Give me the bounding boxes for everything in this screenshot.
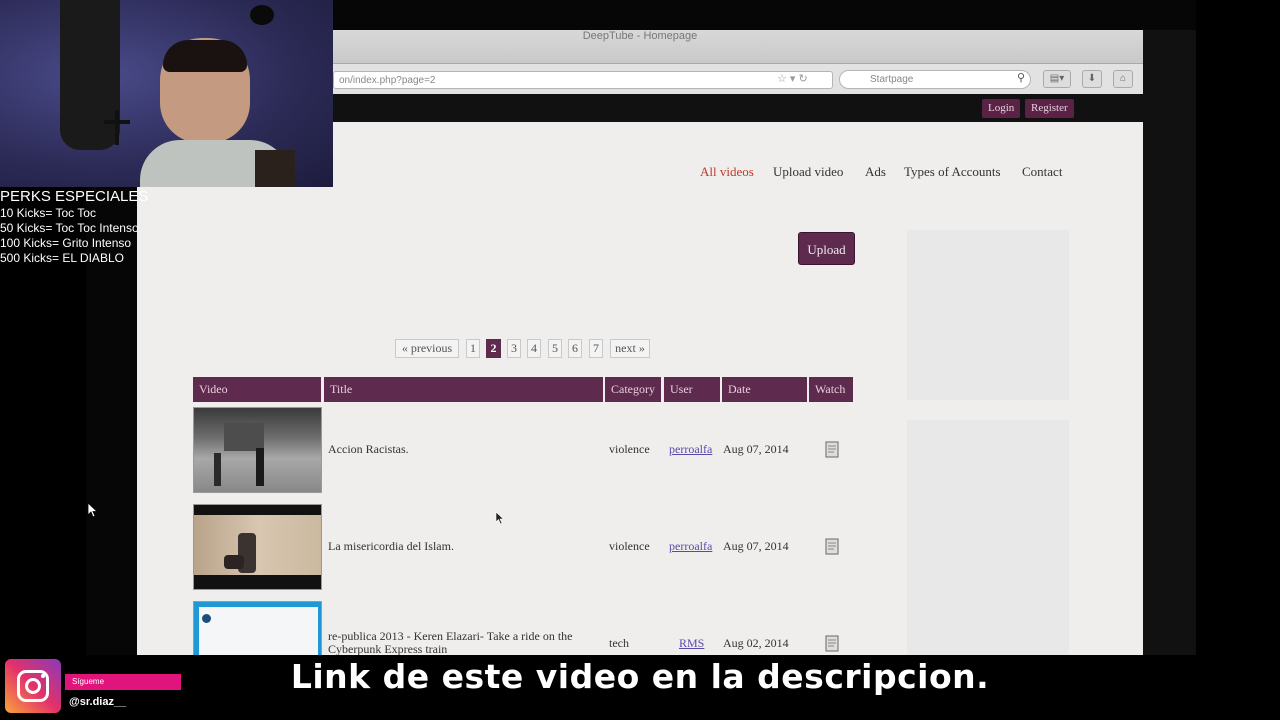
chair: [255, 150, 295, 187]
upload-button[interactable]: Upload: [798, 232, 855, 265]
perk-item: 50 Kicks= Toc Toc Intenso: [0, 221, 139, 235]
instagram-icon-lens: [25, 678, 41, 694]
pagination-page[interactable]: 7: [589, 339, 603, 358]
column-header-user: User: [664, 377, 720, 402]
pagination-next[interactable]: next »: [610, 339, 650, 358]
video-user-link[interactable]: RMS: [679, 636, 704, 651]
nav-upload-video[interactable]: Upload video: [773, 164, 843, 180]
home-icon[interactable]: ⌂: [1113, 70, 1133, 88]
perks-panel: PERKS ESPECIALES 10 Kicks= Toc Toc 50 Ki…: [0, 188, 148, 266]
thumbnail-figure: [224, 555, 244, 569]
thumbnail-shape: [199, 607, 318, 655]
streamer-hair: [163, 40, 247, 72]
pagination-previous[interactable]: « previous: [395, 339, 459, 358]
social-follow-tag: Sígueme: [65, 674, 181, 690]
perk-item: 10 Kicks= Toc Toc: [0, 206, 96, 220]
thumbnail-logo: [202, 614, 211, 623]
webcam-feed: [0, 0, 333, 187]
watch-icon[interactable]: [823, 635, 841, 652]
thumbnail-figure: [256, 448, 264, 486]
perks-title: PERKS ESPECIALES: [0, 188, 149, 205]
login-button[interactable]: Login: [982, 99, 1021, 118]
nav-ads[interactable]: Ads: [865, 164, 886, 180]
spider-decoration: [250, 5, 274, 25]
video-user-link[interactable]: perroalfa: [669, 442, 712, 457]
perk-item: 500 Kicks= EL DIABLO: [0, 251, 124, 265]
pagination-page[interactable]: 6: [568, 339, 582, 358]
coffin-decoration: [60, 0, 120, 150]
watch-icon[interactable]: [823, 538, 841, 555]
reload-icon[interactable]: ☆ ▾ ↻: [777, 72, 808, 85]
subtitle-caption: Link de este video en la descripcion.: [290, 657, 990, 696]
video-category: violence: [609, 539, 650, 553]
video-date: Aug 02, 2014: [723, 636, 789, 650]
video-thumbnail[interactable]: [193, 407, 322, 493]
video-thumbnail[interactable]: [193, 504, 322, 590]
stream-backdrop-right: [1143, 30, 1196, 655]
pagination-page[interactable]: 4: [527, 339, 541, 358]
sidebar-ad-bottom: [907, 420, 1069, 655]
cross-decoration: [115, 110, 119, 145]
column-header-video: Video: [193, 377, 321, 402]
register-button[interactable]: Register: [1025, 99, 1074, 118]
perk-item: 100 Kicks= Grito Intenso: [0, 236, 132, 250]
column-header-watch: Watch: [809, 377, 853, 402]
cross-decoration: [104, 120, 130, 124]
video-user-link[interactable]: perroalfa: [669, 539, 712, 554]
pagination-page[interactable]: 5: [548, 339, 562, 358]
video-date: Aug 07, 2014: [723, 442, 789, 456]
bookmarks-icon[interactable]: ▤▾: [1043, 70, 1071, 88]
video-category: violence: [609, 442, 650, 456]
video-thumbnail[interactable]: [193, 601, 322, 655]
thumbnail-shape: [224, 423, 264, 451]
video-title[interactable]: Accion Racistas.: [328, 442, 409, 457]
mouse-cursor-icon: [495, 511, 505, 525]
video-title[interactable]: re-publica 2013 - Keren Elazari- Take a …: [328, 630, 600, 656]
social-handle: @sr.diaz__: [69, 696, 127, 708]
pagination-page-current[interactable]: 2: [486, 339, 501, 358]
pagination-page[interactable]: 3: [507, 339, 521, 358]
nav-contact[interactable]: Contact: [1022, 164, 1062, 180]
instagram-icon: [5, 659, 61, 713]
column-header-category: Category: [605, 377, 661, 402]
search-icon[interactable]: ⚲: [1017, 71, 1025, 84]
video-date: Aug 07, 2014: [723, 539, 789, 553]
sidebar-ad-top: [907, 230, 1069, 400]
column-header-title: Title: [324, 377, 603, 402]
thumbnail-shape: [194, 515, 321, 575]
download-icon[interactable]: ⬇: [1082, 70, 1102, 88]
watch-icon[interactable]: [823, 441, 841, 458]
video-category: tech: [609, 636, 629, 650]
video-title[interactable]: La misericordia del Islam.: [328, 539, 454, 554]
instagram-icon-dot: [41, 674, 45, 678]
column-header-date: Date: [722, 377, 807, 402]
url-bar[interactable]: on/index.php?page=2: [333, 71, 833, 89]
search-bar[interactable]: Startpage: [839, 70, 1031, 89]
nav-all-videos[interactable]: All videos: [700, 164, 754, 180]
pagination-page[interactable]: 1: [466, 339, 480, 358]
mouse-cursor-icon: [87, 502, 98, 518]
thumbnail-figure: [214, 453, 221, 486]
nav-types-of-accounts[interactable]: Types of Accounts: [904, 164, 1001, 180]
